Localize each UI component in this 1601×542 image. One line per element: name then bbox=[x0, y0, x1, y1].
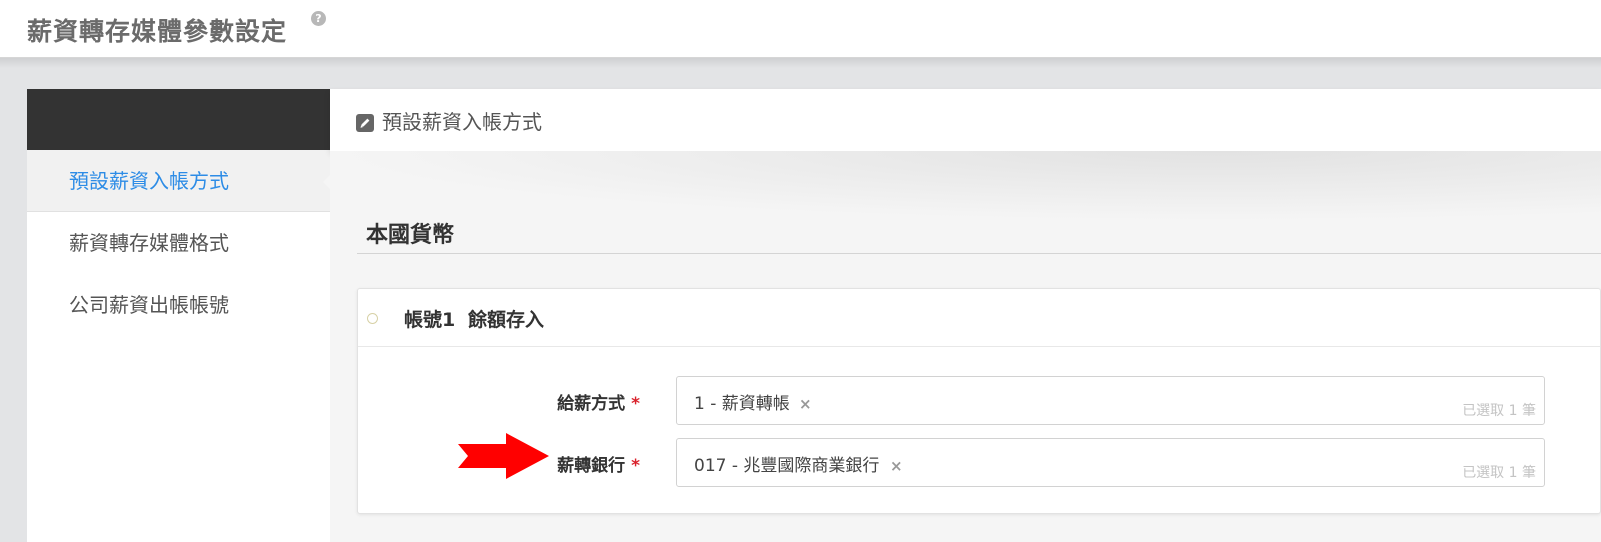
payroll-bank-select[interactable]: 017 - 兆豐國際商業銀行 × 已選取 1 筆 bbox=[676, 438, 1545, 487]
panel-header: 預設薪資入帳方式 bbox=[330, 89, 1601, 151]
selected-tag-label: 017 - 兆豐國際商業銀行 bbox=[694, 456, 880, 476]
selected-tag-label: 1 - 薪資轉帳 bbox=[694, 394, 790, 414]
help-icon[interactable]: ? bbox=[311, 11, 326, 26]
page-title: 薪資轉存媒體參數設定 bbox=[27, 17, 288, 46]
sidebar: 預設薪資入帳方式 薪資轉存媒體格式 公司薪資出帳帳號 bbox=[27, 89, 331, 542]
red-arrow-icon bbox=[458, 433, 550, 483]
sidebar-item-label: 薪資轉存媒體格式 bbox=[69, 231, 229, 255]
page-header: 薪資轉存媒體參數設定 ? bbox=[0, 0, 1601, 58]
payment-method-label: 給薪方式 * bbox=[557, 394, 640, 414]
sidebar-item-transfer-media-format[interactable]: 薪資轉存媒體格式 bbox=[27, 212, 330, 274]
sidebar-item-company-payout-account[interactable]: 公司薪資出帳帳號 bbox=[27, 274, 330, 336]
account-type: 餘額存入 bbox=[468, 309, 545, 331]
sidebar-item-label: 預設薪資入帳方式 bbox=[69, 169, 229, 193]
section-title: 本國貨幣 bbox=[366, 223, 455, 248]
remove-tag-icon[interactable]: × bbox=[890, 457, 903, 475]
required-star: * bbox=[631, 456, 640, 476]
section-divider bbox=[357, 253, 1601, 254]
sidebar-header bbox=[27, 89, 330, 150]
selected-count-hint: 已選取 1 筆 bbox=[1462, 465, 1536, 481]
edit-icon bbox=[356, 114, 374, 132]
sidebar-item-label: 公司薪資出帳帳號 bbox=[69, 293, 229, 317]
account-number: 帳號1 bbox=[404, 309, 456, 331]
remove-tag-icon[interactable]: × bbox=[799, 395, 812, 413]
selected-count-hint: 已選取 1 筆 bbox=[1462, 403, 1536, 419]
sidebar-item-default-deposit-method[interactable]: 預設薪資入帳方式 bbox=[27, 150, 331, 212]
account-card-header: 帳號1 餘額存入 bbox=[358, 289, 1600, 347]
panel-title: 預設薪資入帳方式 bbox=[382, 110, 542, 134]
required-star: * bbox=[631, 394, 640, 414]
header-shadow bbox=[0, 58, 1601, 68]
payment-method-select[interactable]: 1 - 薪資轉帳 × 已選取 1 筆 bbox=[676, 376, 1545, 425]
account-radio[interactable] bbox=[367, 313, 378, 324]
panel-fade bbox=[330, 151, 1601, 221]
